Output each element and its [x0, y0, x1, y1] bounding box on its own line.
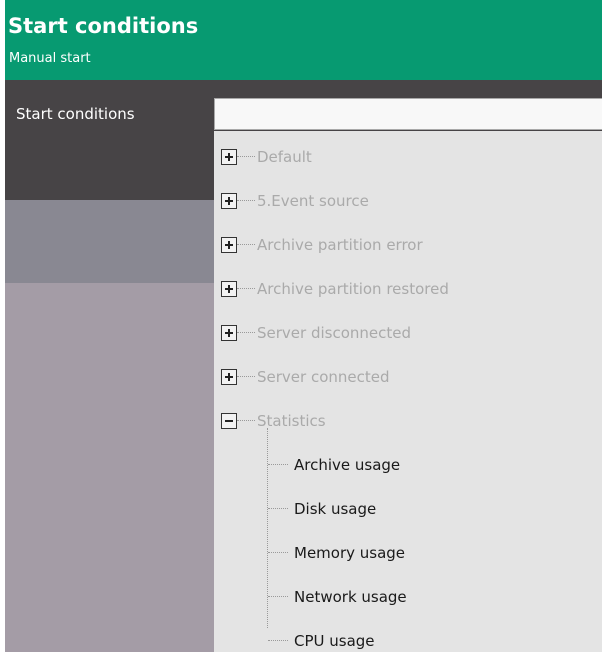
tree-leaf-label: Disk usage	[294, 500, 377, 518]
tree-node-label: 5.Event source	[257, 192, 369, 210]
tree-node-label: Default	[257, 148, 312, 166]
tree-leaf-label: Memory usage	[294, 544, 406, 562]
tree-leaf-cpu-usage[interactable]: CPU usage	[214, 630, 602, 652]
tree-connector	[237, 200, 255, 201]
tree-leaf-label: CPU usage	[294, 632, 375, 650]
collapse-icon[interactable]	[221, 413, 237, 429]
tree-node-label: Archive partition error	[257, 236, 423, 254]
start-conditions-label: Start conditions	[16, 105, 135, 123]
tree-connector	[268, 596, 288, 597]
header-bar: Start conditions Manual start	[5, 0, 602, 80]
tree-leaf-disk-usage[interactable]: Disk usage	[214, 498, 602, 520]
tree-node-label: Archive partition restored	[257, 280, 449, 298]
tree-node-label: Server disconnected	[257, 324, 412, 342]
tree-leaf-network-usage[interactable]: Network usage	[214, 586, 602, 608]
tree-connector	[237, 420, 255, 421]
tree-connector	[237, 376, 255, 377]
tree-leaf-archive-usage[interactable]: Archive usage	[214, 454, 602, 476]
tree-node-server-connected[interactable]: Server connected	[214, 366, 602, 388]
tree-node-archive-partition-error[interactable]: Archive partition error	[214, 234, 602, 256]
tree-node-label: Server connected	[257, 368, 390, 386]
start-conditions-select[interactable]	[214, 98, 602, 130]
tree-node-archive-partition-restored[interactable]: Archive partition restored	[214, 278, 602, 300]
tree-connector	[268, 640, 288, 641]
tree-node-statistics[interactable]: Statistics	[214, 410, 602, 432]
tree-connector	[237, 332, 255, 333]
tree-connector	[237, 156, 255, 157]
expand-icon[interactable]	[221, 369, 237, 385]
expand-icon[interactable]	[221, 149, 237, 165]
tree-leaf-label: Archive usage	[294, 456, 401, 474]
tree-leaf-label: Network usage	[294, 588, 407, 606]
start-conditions-dropdown: Default 5.Event source Archive partition…	[214, 131, 602, 652]
tree-connector	[268, 552, 288, 553]
expand-icon[interactable]	[221, 325, 237, 341]
tree-node-event-source[interactable]: 5.Event source	[214, 190, 602, 212]
tree-connector	[237, 288, 255, 289]
tree-node-server-disconnected[interactable]: Server disconnected	[214, 322, 602, 344]
tree-connector	[268, 508, 288, 509]
page-title: Start conditions	[8, 14, 199, 38]
expand-icon[interactable]	[221, 193, 237, 209]
tree-connector	[237, 244, 255, 245]
expand-icon[interactable]	[221, 281, 237, 297]
expand-icon[interactable]	[221, 237, 237, 253]
page-subtitle: Manual start	[9, 51, 91, 66]
tree-connector	[268, 464, 288, 465]
tree-leaf-memory-usage[interactable]: Memory usage	[214, 542, 602, 564]
tree-node-default[interactable]: Default	[214, 146, 602, 168]
